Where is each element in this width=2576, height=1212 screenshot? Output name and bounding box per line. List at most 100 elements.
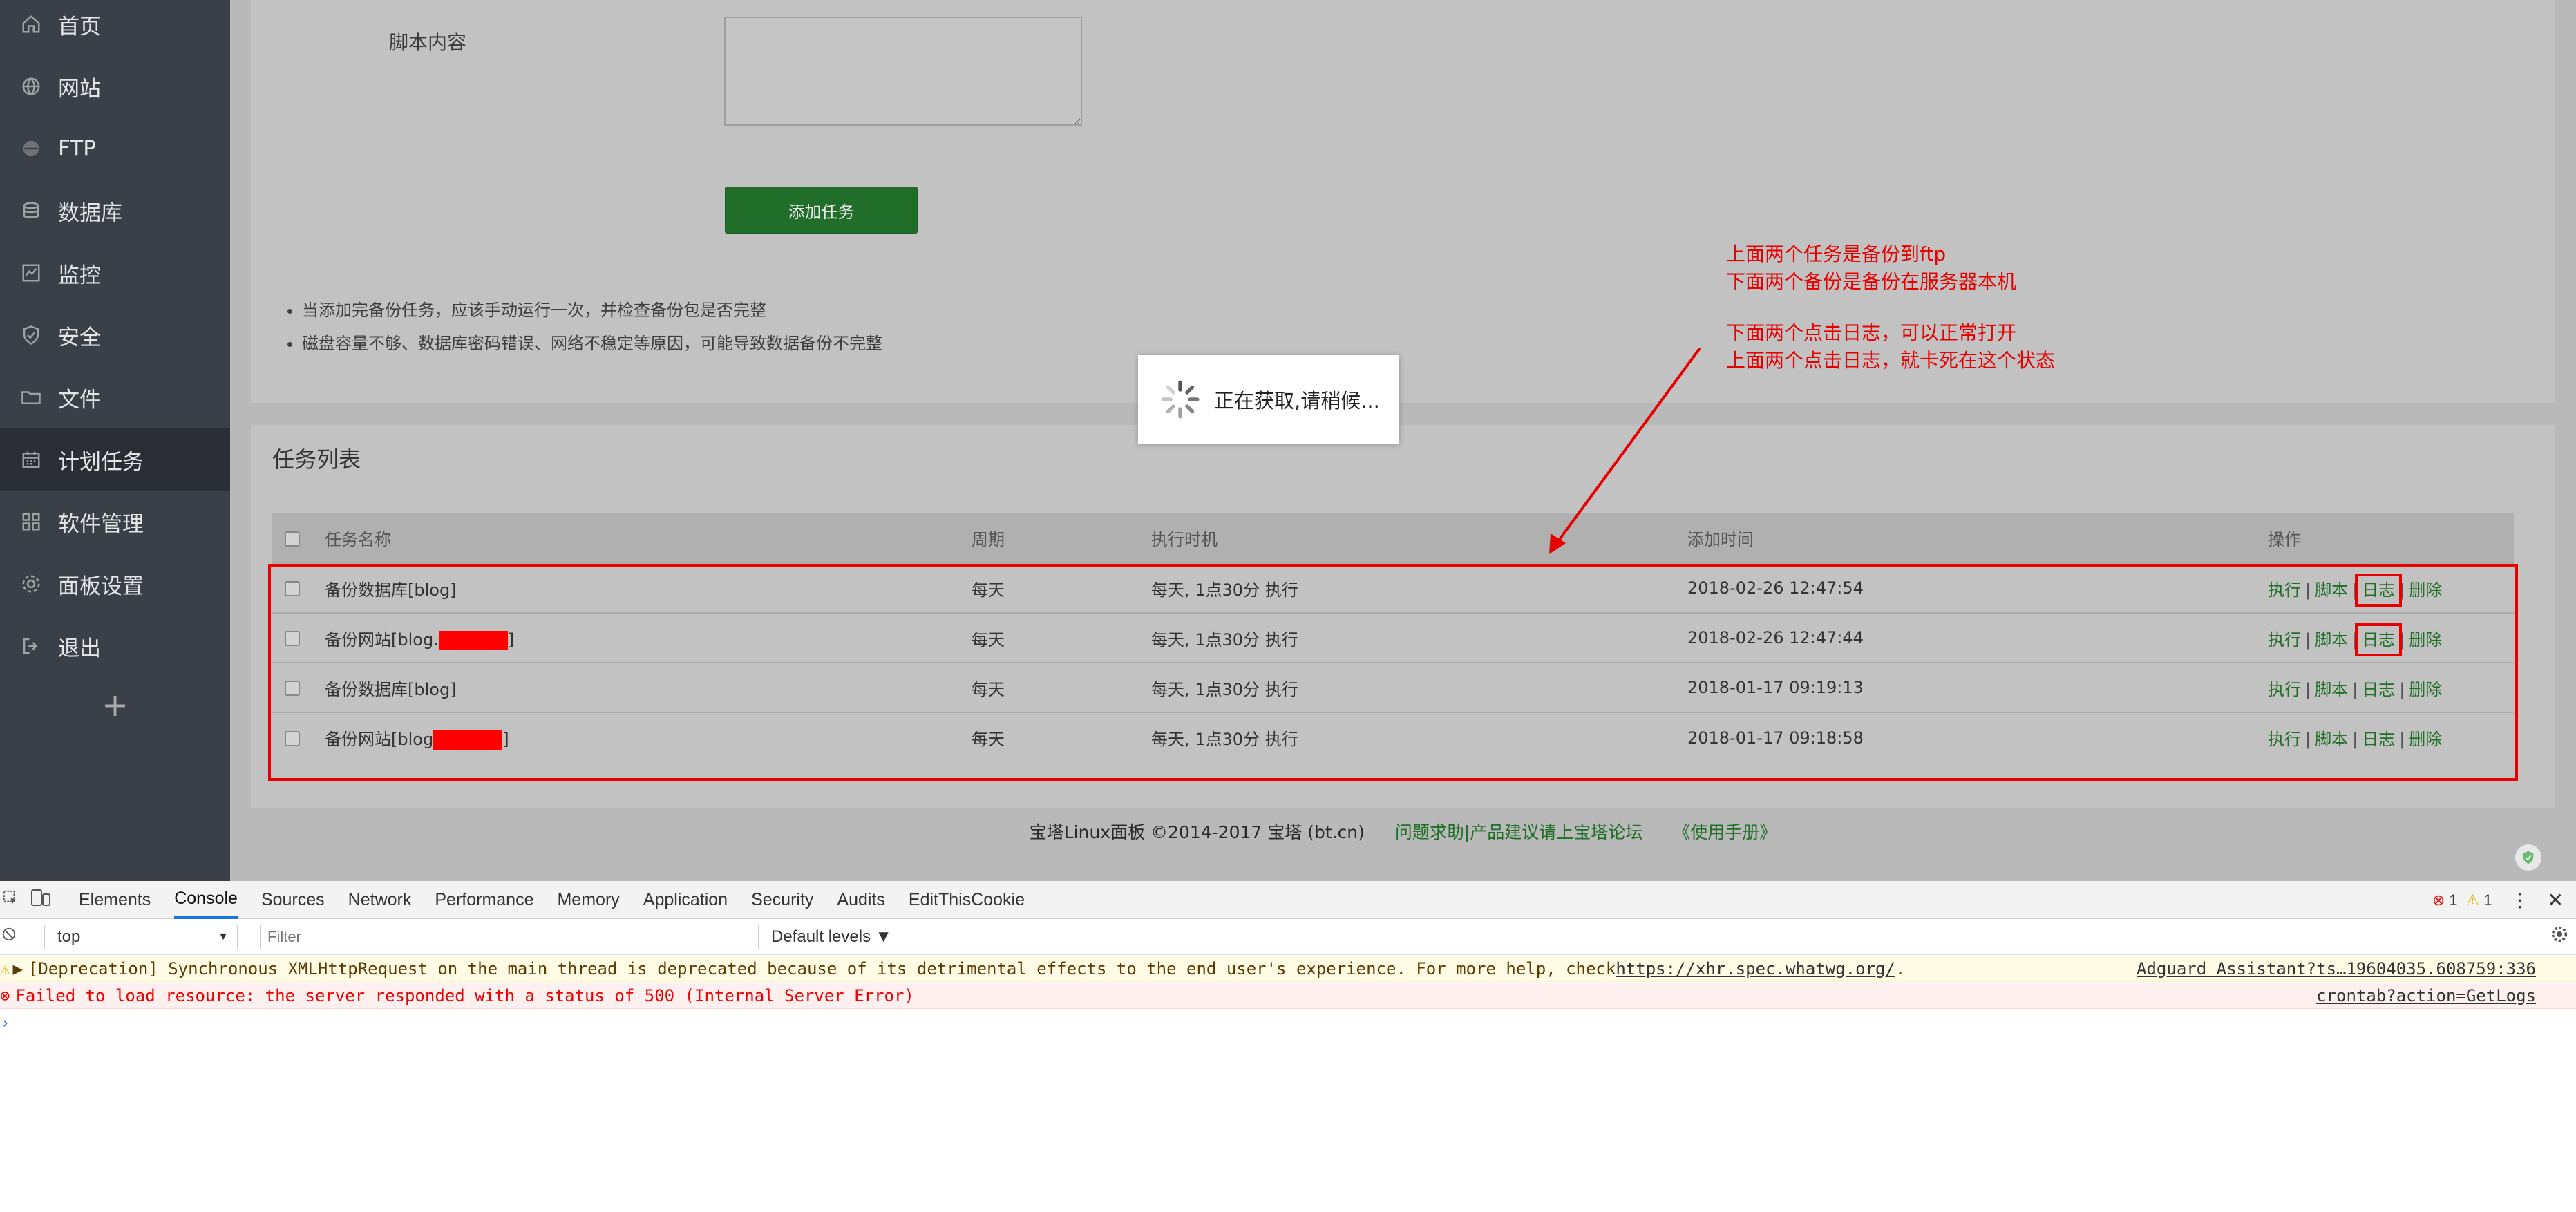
sidebar-item-label: 网站 bbox=[58, 76, 101, 102]
gear-icon bbox=[19, 572, 43, 596]
forum-link[interactable]: 问题求助|产品建议请上宝塔论坛 bbox=[1395, 822, 1642, 842]
table-header-row: 任务名称 周期 执行时机 添加时间 操作 bbox=[272, 513, 2514, 563]
script-content-label: 脚本内容 bbox=[389, 31, 467, 54]
sidebar-item-monitor[interactable]: 监控 bbox=[0, 242, 230, 304]
sidebar: 首页 网站 FTP 数据库 监控 安全 文件 计划任务 软件管理 面板设置 退出… bbox=[0, 0, 230, 881]
annotation-line: 上面两个点击日志，就卡死在这个状态 bbox=[1726, 349, 2056, 372]
adguard-shield-icon[interactable] bbox=[2515, 844, 2541, 871]
add-task-button[interactable]: 添加任务 bbox=[725, 187, 918, 234]
close-devtools-icon[interactable]: ✕ bbox=[2548, 889, 2564, 911]
dropdown-arrow-icon: ▼ bbox=[218, 930, 229, 943]
warning-count[interactable]: 1 bbox=[2483, 891, 2492, 909]
logout-icon bbox=[19, 634, 43, 658]
warning-source-link[interactable]: Adguard Assistant?ts…19604035.608759:336 bbox=[2137, 959, 2536, 978]
expand-triangle-icon[interactable]: ▶ bbox=[12, 959, 22, 978]
ftp-icon bbox=[19, 137, 43, 160]
console-error-message: ⊗ Failed to load resource: the server re… bbox=[0, 983, 2576, 1009]
console-settings-gear-icon[interactable] bbox=[2550, 925, 2569, 949]
tab-performance[interactable]: Performance bbox=[435, 881, 533, 919]
shield-icon bbox=[19, 323, 43, 347]
sidebar-item-label: 面板设置 bbox=[58, 574, 144, 599]
tab-application[interactable]: Application bbox=[643, 881, 728, 919]
devtools-tabbar: Elements Console Sources Network Perform… bbox=[0, 881, 2576, 919]
sidebar-item-label: 计划任务 bbox=[58, 449, 144, 475]
sidebar-item-database[interactable]: 数据库 bbox=[0, 180, 230, 242]
console-prompt-icon[interactable]: › bbox=[3, 1014, 8, 1032]
annotation-note-bottom: 下面两个点击日志，可以正常打开 上面两个点击日志，就卡死在这个状态 bbox=[1726, 319, 2055, 375]
sidebar-item-logout[interactable]: 退出 bbox=[0, 615, 230, 677]
col-header-cycle: 周期 bbox=[972, 530, 1005, 549]
error-icon: ⊗ bbox=[0, 985, 10, 1005]
col-header-added: 添加时间 bbox=[1687, 530, 1754, 549]
sidebar-item-label: 软件管理 bbox=[58, 511, 144, 537]
warning-tail: . bbox=[1895, 958, 1906, 978]
monitor-icon bbox=[19, 261, 43, 285]
tab-network[interactable]: Network bbox=[348, 881, 412, 919]
annotation-arrow bbox=[1549, 347, 1701, 554]
tab-sources[interactable]: Sources bbox=[261, 881, 325, 919]
sidebar-item-cron[interactable]: 计划任务 bbox=[0, 428, 230, 491]
tips-list: 当添加完备份任务，应该手动运行一次，并检查备份包是否完整 磁盘容量不够、数据库密… bbox=[302, 294, 882, 360]
error-count-icon: ⊗ bbox=[2432, 891, 2445, 909]
annotation-line: 下面两个备份是备份在服务器本机 bbox=[1726, 270, 2017, 293]
sidebar-item-files[interactable]: 文件 bbox=[0, 366, 230, 428]
devtools-panel: Elements Console Sources Network Perform… bbox=[0, 881, 2576, 1212]
tab-security[interactable]: Security bbox=[751, 881, 813, 919]
error-source-link[interactable]: crontab?action=GetLogs bbox=[2316, 986, 2536, 1005]
task-list-title: 任务列表 bbox=[272, 446, 361, 473]
device-toolbar-icon[interactable] bbox=[30, 889, 51, 911]
sidebar-item-settings[interactable]: 面板设置 bbox=[0, 553, 230, 615]
tip-item: 当添加完备份任务，应该手动运行一次，并检查备份包是否完整 bbox=[302, 294, 882, 327]
sidebar-item-label: 安全 bbox=[58, 325, 101, 350]
console-toolbar: top ▼ Default levels ▼ bbox=[0, 919, 2576, 955]
sidebar-item-label: 退出 bbox=[58, 636, 101, 661]
select-all-checkbox[interactable] bbox=[285, 531, 300, 547]
highlight-box bbox=[268, 564, 2518, 781]
console-warning-message: ⚠ ▶ [Deprecation] Synchronous XMLHttpReq… bbox=[0, 956, 2576, 982]
tab-editthiscookie[interactable]: EditThisCookie bbox=[909, 881, 1025, 919]
inspect-element-icon[interactable] bbox=[3, 890, 18, 910]
sidebar-item-label: 监控 bbox=[58, 263, 101, 288]
loading-dialog: 正在获取,请稍候... bbox=[1138, 355, 1399, 444]
sidebar-item-security[interactable]: 安全 bbox=[0, 304, 230, 366]
panel-app: 首页 网站 FTP 数据库 监控 安全 文件 计划任务 软件管理 面板设置 退出… bbox=[0, 0, 2576, 881]
annotation-note-top: 上面两个任务是备份到ftp 下面两个备份是备份在服务器本机 bbox=[1726, 240, 2016, 296]
home-icon bbox=[19, 12, 43, 36]
warning-count-icon: ⚠ bbox=[2465, 891, 2480, 909]
sidebar-item-label: 数据库 bbox=[58, 200, 122, 226]
sidebar-item-label: FTP bbox=[58, 136, 96, 161]
folder-icon bbox=[19, 386, 43, 409]
sidebar-item-software[interactable]: 软件管理 bbox=[0, 491, 230, 553]
error-text: Failed to load resource: the server resp… bbox=[15, 985, 914, 1005]
col-header-ops: 操作 bbox=[2268, 530, 2301, 549]
add-shortcut-button[interactable]: + bbox=[0, 677, 230, 732]
tab-elements[interactable]: Elements bbox=[79, 881, 151, 919]
tip-item: 磁盘容量不够、数据库密码错误、网络不稳定等原因，可能导致数据备份不完整 bbox=[302, 327, 882, 360]
calendar-icon bbox=[19, 448, 43, 471]
sidebar-item-home[interactable]: 首页 bbox=[0, 0, 230, 48]
context-selector[interactable]: top ▼ bbox=[44, 924, 238, 949]
footer-copyright: 宝塔Linux面板 ©2014-2017 宝塔 (bt.cn) bbox=[1029, 822, 1365, 842]
manual-link[interactable]: 《使用手册》 bbox=[1673, 822, 1777, 842]
sidebar-item-website[interactable]: 网站 bbox=[0, 55, 230, 117]
warning-link[interactable]: https://xhr.spec.whatwg.org/ bbox=[1616, 959, 1895, 978]
context-value: top bbox=[57, 927, 81, 946]
warning-icon: ⚠ bbox=[0, 958, 10, 978]
log-levels-dropdown[interactable]: Default levels ▼ bbox=[771, 927, 892, 947]
loading-text: 正在获取,请稍候... bbox=[1214, 389, 1380, 413]
more-options-icon[interactable]: ⋮ bbox=[2510, 889, 2530, 911]
error-count[interactable]: 1 bbox=[2449, 891, 2457, 909]
warning-text: [Deprecation] Synchronous XMLHttpRequest… bbox=[28, 958, 1616, 978]
tab-memory[interactable]: Memory bbox=[557, 881, 619, 919]
script-content-textarea[interactable] bbox=[724, 17, 1082, 126]
sidebar-item-ftp[interactable]: FTP bbox=[0, 117, 230, 180]
console-filter-input[interactable] bbox=[260, 924, 759, 949]
col-header-name: 任务名称 bbox=[325, 530, 391, 549]
tab-console[interactable]: Console bbox=[174, 881, 238, 919]
apps-icon bbox=[19, 510, 43, 533]
clear-console-icon[interactable] bbox=[1, 927, 17, 947]
annotation-line: 上面两个任务是备份到ftp bbox=[1726, 243, 1947, 265]
tab-audits[interactable]: Audits bbox=[837, 881, 884, 919]
sidebar-item-label: 首页 bbox=[58, 14, 101, 39]
annotation-line: 下面两个点击日志，可以正常打开 bbox=[1726, 321, 2017, 344]
